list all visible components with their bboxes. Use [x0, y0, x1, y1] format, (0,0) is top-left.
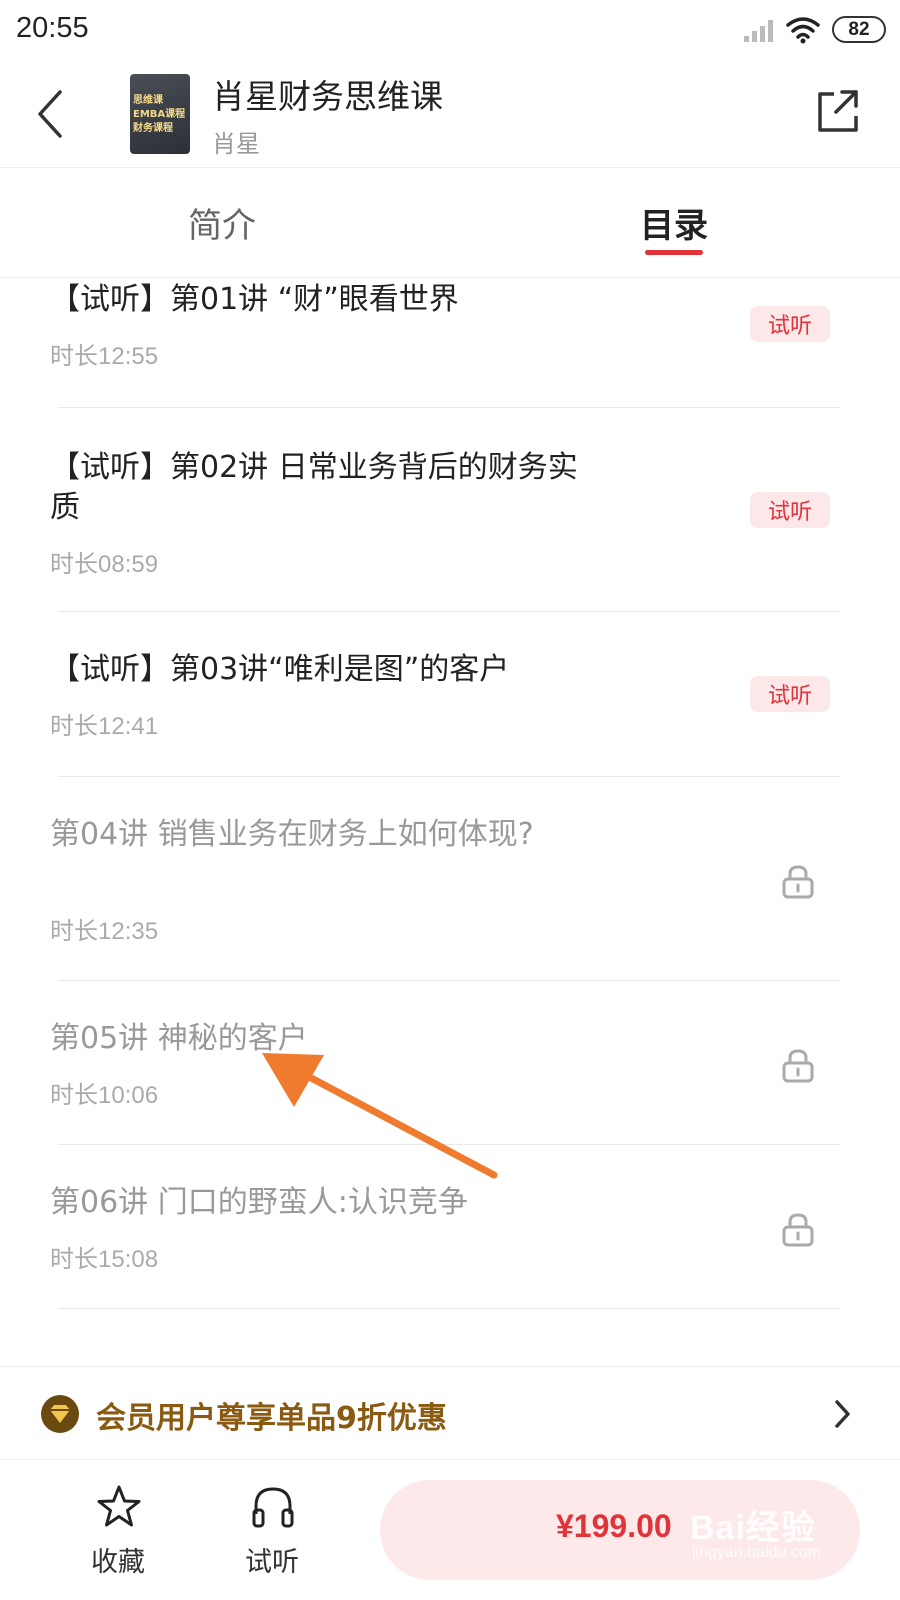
baidu-jingyan-watermark: Bai经验 jingyan.baidu.com	[690, 1500, 860, 1580]
tab-intro[interactable]: 简介	[188, 198, 256, 247]
listen-label: 试听	[245, 1547, 299, 1578]
lock-icon	[782, 1213, 814, 1247]
share-icon[interactable]	[812, 86, 862, 136]
headphones-icon	[252, 1487, 294, 1528]
course-author: 肖星	[212, 130, 260, 158]
battery-level: 82	[848, 18, 870, 40]
lesson-duration: 时长08:59	[50, 551, 159, 578]
lesson-item[interactable]: 【试听】第01讲 “财”眼看世界 时长12:55 试听	[0, 278, 900, 408]
lesson-duration: 时长12:41	[50, 713, 159, 740]
watermark-sub: jingyan.baidu.com	[692, 1544, 821, 1561]
lesson-item[interactable]: 【试听】第03讲“唯利是图”的客户 时长12:41 试听	[0, 612, 900, 777]
watermark-main: Bai经验	[690, 1509, 816, 1547]
course-cover: 思维课 EMBA课程 财务课程	[130, 74, 190, 154]
tab-catalog[interactable]: 目录	[640, 198, 708, 247]
member-discount-banner[interactable]: 会员用户尊享单品9折优惠	[0, 1366, 900, 1460]
listen-button[interactable]: 试听	[222, 1484, 322, 1584]
course-title: 肖星财务思维课	[212, 77, 443, 116]
lesson-title: 【试听】第01讲 “财”眼看世界	[50, 282, 459, 317]
lesson-item[interactable]: 第04讲 销售业务在财务上如何体现? 时长12:35	[0, 777, 900, 981]
lesson-duration: 时长10:06	[50, 1082, 159, 1109]
lesson-duration: 时长12:35	[50, 918, 159, 945]
chevron-right-icon	[835, 1400, 850, 1428]
status-time: 20:55	[16, 12, 89, 44]
wifi-icon	[786, 17, 820, 44]
lock-icon	[782, 1049, 814, 1083]
annotation-arrow	[262, 1053, 498, 1179]
lesson-title: 第06讲 门口的野蛮人:认识竞争	[50, 1185, 468, 1220]
member-discount-text: 会员用户尊享单品9折优惠	[96, 1401, 447, 1436]
header: 思维课 EMBA课程 财务课程 肖星财务思维课 肖星	[0, 62, 900, 168]
trial-badge[interactable]: 试听	[750, 306, 830, 342]
star-icon	[97, 1485, 141, 1527]
lock-icon	[782, 865, 814, 899]
signal-icon	[744, 20, 773, 42]
lesson-title: 【试听】第03讲“唯利是图”的客户	[50, 652, 510, 687]
favorite-button[interactable]: 收藏	[68, 1484, 168, 1584]
price: ¥199.00	[556, 1508, 672, 1544]
tab-bar: 简介 目录	[0, 168, 900, 278]
trial-badge[interactable]: 试听	[750, 492, 830, 528]
lesson-item[interactable]: 【试听】第02讲 日常业务背后的财务实质 时长08:59 试听	[0, 408, 900, 612]
active-tab-indicator	[645, 250, 703, 255]
lesson-duration: 时长15:08	[50, 1246, 159, 1273]
trial-badge[interactable]: 试听	[750, 676, 830, 712]
lesson-title: 第04讲 销售业务在财务上如何体现?	[50, 817, 534, 852]
back-icon[interactable]	[30, 84, 70, 144]
status-bar: 20:55 82	[0, 0, 900, 62]
divider	[58, 1308, 840, 1309]
vip-diamond-icon	[41, 1395, 79, 1433]
lesson-title: 【试听】第02讲 日常业务背后的财务实质	[50, 450, 578, 525]
cover-text: 思维课 EMBA课程 财务课程	[133, 95, 186, 134]
favorite-label: 收藏	[91, 1547, 145, 1578]
battery-icon: 82	[832, 16, 886, 43]
lesson-duration: 时长12:55	[50, 343, 159, 370]
